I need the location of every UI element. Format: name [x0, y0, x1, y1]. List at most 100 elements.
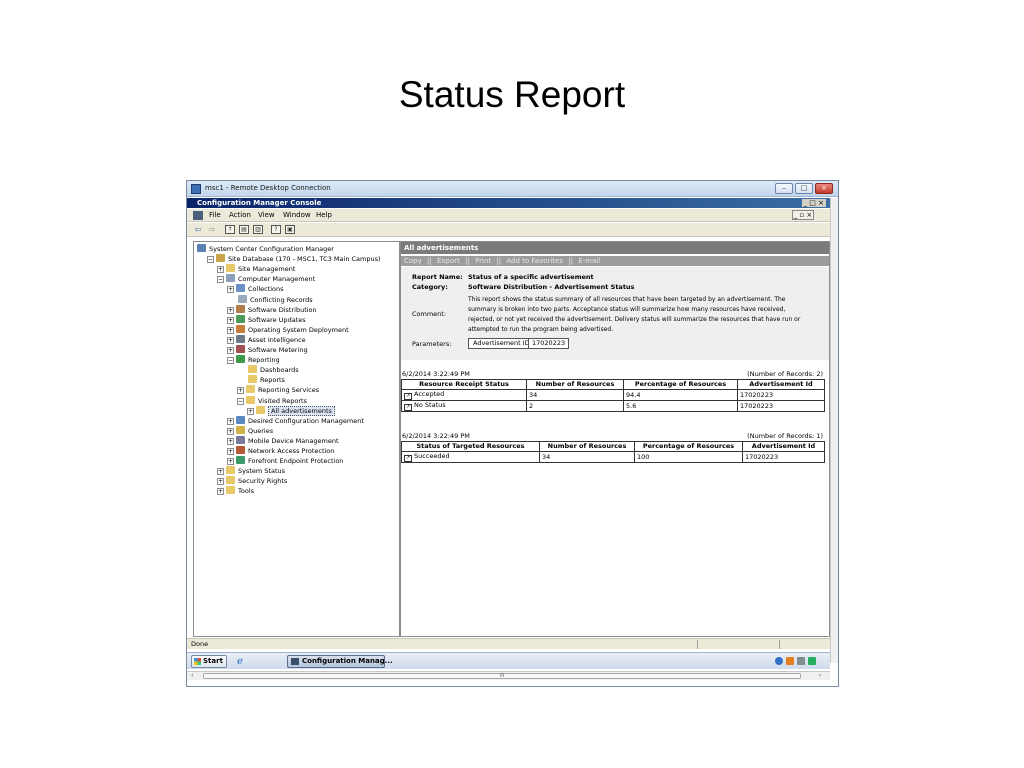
- menu-action[interactable]: Action: [229, 211, 251, 219]
- properties-icon[interactable]: ▣: [285, 225, 295, 234]
- tree-item[interactable]: − Site Database (170 - MSC1, TC3 Main Cam…: [207, 254, 381, 264]
- tree-item[interactable]: + Operating System Deployment: [227, 324, 349, 335]
- console-title-bar[interactable]: Configuration Manager Console _ □ ×: [187, 198, 830, 208]
- back-arrow-icon[interactable]: ⇦: [193, 225, 203, 234]
- internet-explorer-icon[interactable]: ℯ: [237, 656, 248, 667]
- tree-item-label: Site Database (170 - MSC1, TC3 Main Camp…: [228, 255, 381, 264]
- tree-item[interactable]: + Forefront Endpoint Protection: [227, 456, 343, 466]
- tree-item[interactable]: Reports: [237, 375, 285, 385]
- tree-item[interactable]: + Tools: [217, 486, 254, 496]
- expand-icon[interactable]: +: [227, 427, 234, 435]
- export-link[interactable]: Export: [437, 257, 460, 265]
- collections-icon: [236, 284, 245, 293]
- collapse-icon[interactable]: −: [227, 357, 234, 365]
- expand-icon[interactable]: +: [227, 316, 234, 324]
- email-link[interactable]: E-mail: [578, 257, 600, 265]
- security-tray-icon[interactable]: [786, 657, 794, 665]
- tree-item[interactable]: − Visited Reports: [237, 395, 307, 406]
- console-window-controls[interactable]: _ □ ×: [801, 199, 826, 207]
- tree-item-label: Tools: [238, 487, 255, 496]
- tree-item[interactable]: + System Status: [217, 466, 285, 476]
- expand-icon[interactable]: +: [217, 478, 224, 486]
- expand-icon[interactable]: +: [227, 437, 234, 445]
- expand-icon[interactable]: +: [227, 417, 234, 425]
- drill-down-icon[interactable]: ↗: [404, 404, 412, 411]
- expand-icon[interactable]: +: [217, 266, 224, 274]
- mdi-window-controls[interactable]: _ ▫ ×: [792, 210, 814, 220]
- taskbar-item-configuration-manager[interactable]: Configuration Manag...: [287, 655, 393, 668]
- copy-link[interactable]: Copy: [404, 257, 422, 265]
- show-hide-tree-icon[interactable]: ▤: [239, 225, 249, 234]
- up-folder-icon[interactable]: ↑: [225, 225, 235, 234]
- expand-icon[interactable]: +: [227, 458, 234, 466]
- folder-icon: [226, 476, 235, 485]
- update-tray-icon[interactable]: [808, 657, 816, 665]
- expand-icon[interactable]: +: [237, 387, 244, 395]
- horizontal-scrollbar[interactable]: ‹ III ›: [187, 671, 830, 680]
- minimize-button[interactable]: –: [775, 183, 793, 194]
- console-tree[interactable]: System Center Configuration Manager − Site…: [193, 241, 400, 637]
- tree-item[interactable]: + Collections: [227, 284, 284, 294]
- tree-item[interactable]: + Software Distribution: [227, 304, 317, 315]
- network-tray-icon[interactable]: [797, 657, 805, 665]
- expand-icon[interactable]: +: [217, 488, 224, 496]
- rdp-title-bar[interactable]: msc1 - Remote Desktop Connection – □ ×: [187, 181, 838, 197]
- start-button[interactable]: Start: [191, 655, 227, 668]
- forward-arrow-icon[interactable]: ⇨: [207, 225, 217, 234]
- tree-item[interactable]: + Asset Intelligence: [227, 334, 306, 345]
- table-row[interactable]: ↗ Succeeded 34 100 17020223: [401, 451, 825, 463]
- tree-item[interactable]: + All advertisements: [247, 405, 335, 416]
- vertical-scrollbar[interactable]: [830, 198, 838, 663]
- menu-file[interactable]: File: [209, 211, 221, 219]
- scroll-right-icon[interactable]: ›: [819, 672, 821, 680]
- expand-icon[interactable]: +: [247, 407, 254, 415]
- collapse-icon[interactable]: −: [237, 397, 244, 405]
- expand-icon[interactable]: +: [227, 306, 234, 314]
- tree-item[interactable]: Dashboards: [237, 365, 299, 375]
- expand-icon[interactable]: +: [227, 326, 234, 334]
- drill-down-icon[interactable]: ↗: [404, 455, 412, 462]
- tree-item[interactable]: − Reporting: [227, 355, 280, 365]
- tree-item[interactable]: + Network Access Protection: [227, 446, 334, 456]
- expand-icon[interactable]: +: [227, 347, 234, 354]
- parameter-name: Advertisement ID: [468, 338, 535, 349]
- link-separator: ||: [465, 257, 470, 265]
- tree-item[interactable]: + Software Metering: [227, 345, 308, 355]
- tree-item[interactable]: + Reporting Services: [237, 385, 319, 395]
- tree-item[interactable]: + Site Management: [217, 264, 295, 274]
- tree-item[interactable]: + Software Updates: [227, 314, 306, 325]
- drill-down-icon[interactable]: ↗: [404, 393, 412, 400]
- expand-icon[interactable]: +: [227, 448, 234, 455]
- scrollbar-thumb[interactable]: III: [203, 673, 801, 679]
- collapse-icon[interactable]: −: [217, 276, 224, 284]
- tree-item[interactable]: − Computer Management: [217, 274, 315, 284]
- tree-item[interactable]: System Center Configuration Manager: [197, 244, 334, 254]
- add-to-favorites-link[interactable]: Add to Favorites: [506, 257, 563, 265]
- help-icon[interactable]: ?: [271, 225, 281, 234]
- maximize-button[interactable]: □: [795, 183, 813, 194]
- menu-window[interactable]: Window: [283, 211, 311, 219]
- tree-item[interactable]: + Queries: [227, 425, 273, 436]
- expand-icon[interactable]: +: [217, 468, 224, 476]
- column-header: Advertisement Id: [737, 379, 825, 390]
- print-link[interactable]: Print: [475, 257, 491, 265]
- tree-item[interactable]: + Security Rights: [217, 476, 287, 486]
- tree-item[interactable]: + Desired Configuration Management: [227, 415, 364, 426]
- data-table: Resource Receipt Status Number of Resour…: [401, 379, 825, 412]
- tree-item[interactable]: + Mobile Device Management: [227, 435, 339, 446]
- collapse-icon[interactable]: −: [207, 256, 214, 264]
- help-tray-icon[interactable]: [775, 657, 783, 665]
- table-row[interactable]: ↗ No Status 2 5.6 17020223: [401, 400, 825, 412]
- remote-desktop-window: msc1 - Remote Desktop Connection – □ × C…: [186, 180, 839, 687]
- show-hide-pane-icon[interactable]: ▥: [253, 225, 263, 234]
- table-row[interactable]: ↗ Accepted 34 94.4 17020223: [401, 389, 825, 401]
- expand-icon[interactable]: +: [227, 286, 234, 294]
- tree-item[interactable]: Conflicting Records: [227, 294, 313, 305]
- menu-help[interactable]: Help: [316, 211, 332, 219]
- close-button[interactable]: ×: [815, 183, 833, 194]
- expand-icon[interactable]: +: [227, 336, 234, 344]
- scroll-left-icon[interactable]: ‹: [191, 672, 193, 680]
- menu-view[interactable]: View: [258, 211, 275, 219]
- console-app-icon[interactable]: [193, 211, 203, 220]
- dcm-icon: [236, 415, 245, 424]
